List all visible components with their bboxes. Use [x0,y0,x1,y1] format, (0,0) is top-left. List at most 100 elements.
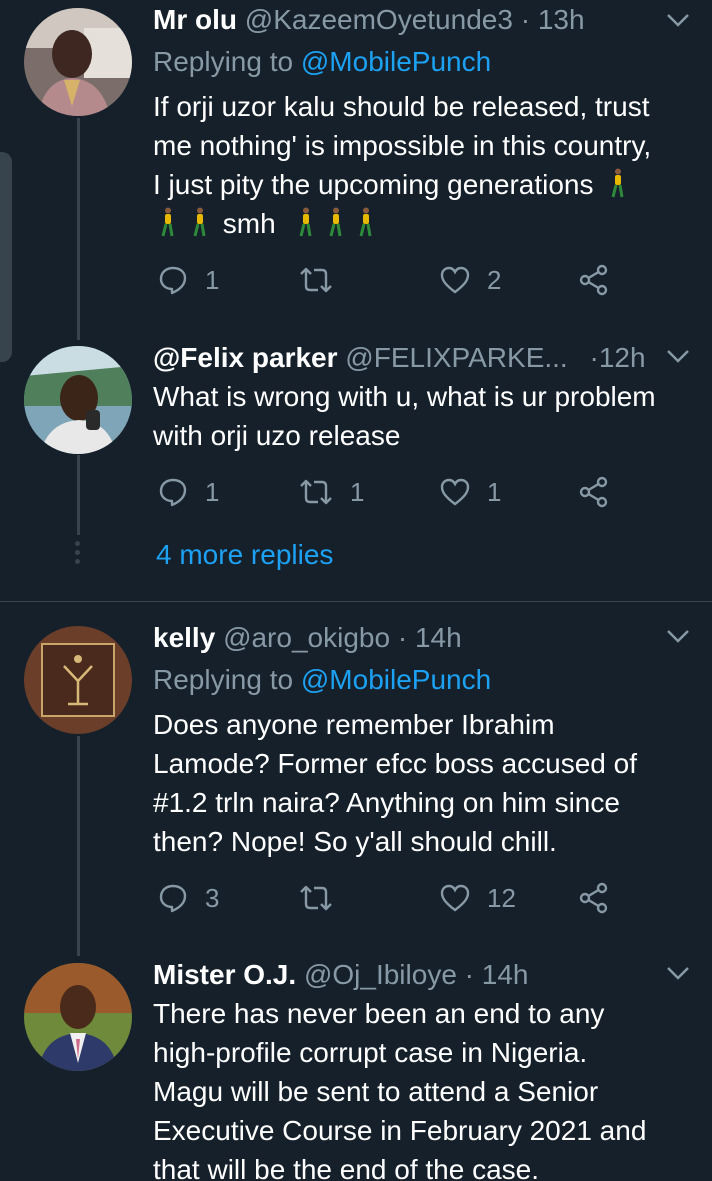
separator-dot: · [397,622,408,653]
tweet-time: 14h [414,622,462,653]
reply-icon [159,266,187,295]
tweet-line: Does anyone remember Ibrahim [153,709,555,740]
tweet-time: 12h [598,342,646,373]
tweet-line: If orji uzor kalu should be released, tr… [153,91,650,122]
replying-to-link[interactable]: @MobilePunch [301,46,491,77]
tweet-line: that will be the end of the case. [153,1154,540,1181]
replying-to: Replying to @MobilePunch [153,660,491,700]
heart-icon [440,478,470,506]
tweet-header: kelly @aro_okigbo · 14h [153,618,682,658]
author-name[interactable]: kelly [153,622,215,653]
tweet-text: Does anyone remember Ibrahim Lamode? For… [153,705,698,861]
chevron-down-icon[interactable] [664,622,692,650]
retweet-button[interactable]: 1 [298,472,364,512]
tweet-item[interactable]: kelly @aro_okigbo · 14h Replying to @Mob… [0,618,712,938]
tweet-text: If orji uzor kalu should be released, tr… [153,87,698,243]
tweet-line: Magu will be sent to attend a Senior [153,1076,599,1107]
share-icon [579,264,608,296]
chevron-down-icon[interactable] [664,342,692,370]
separator-dot: · [464,959,474,990]
tweet-line: What is wrong with u, what is ur problem [153,381,656,412]
replying-to-label: Replying to [153,664,301,695]
author-name[interactable]: Mr olu [153,4,237,35]
like-count: 12 [487,882,516,913]
retweet-icon [300,479,332,505]
share-button[interactable] [578,878,610,918]
person-walking-icon [360,207,372,237]
reply-icon [159,478,187,507]
chevron-down-icon[interactable] [664,6,692,34]
reply-count: 1 [205,264,220,295]
share-icon [579,476,608,508]
reply-button[interactable]: 1 [157,472,219,512]
chevron-down-icon[interactable] [664,959,692,987]
retweet-button[interactable] [298,878,350,918]
tweet-word: smh [222,208,276,239]
tweet-actions: 1 1 1 [153,472,623,512]
tweet-line: with orji uzo release [153,420,401,451]
reply-count: 1 [205,476,220,507]
tweet-line: I just pity the upcoming generations [153,165,698,204]
author-handle[interactable]: @Oj_Ibiloye [304,959,457,990]
like-button[interactable]: 12 [439,878,516,918]
tweet-line: Lamode? Former efcc boss accused of [153,748,638,779]
person-walking-icon [161,207,174,237]
like-button[interactable]: 2 [439,260,501,300]
tweet-text: There has never been an end to any high-… [153,994,698,1181]
replying-to: Replying to @MobilePunch [153,42,491,82]
heart-icon [440,266,470,294]
like-button[interactable]: 1 [439,472,501,512]
share-button[interactable] [578,260,610,300]
tweet-time: 14h [481,959,529,990]
tweet-line: #1.2 trln naira? Anything on him since [153,787,620,818]
tweet-item[interactable]: @Felix parker @FELIXPARKE... ·12h What i… [0,338,712,598]
more-replies-link[interactable]: 4 more replies [156,535,333,575]
author-name[interactable]: Mister O.J. [153,959,296,990]
like-count: 1 [487,476,502,507]
avatar[interactable] [24,626,132,734]
avatar[interactable] [24,346,132,454]
heart-icon [440,884,470,912]
tweet-line: me nothing' is impossible in this countr… [153,130,652,161]
tweet-header: Mr olu @KazeemOyetunde3 · 13h [153,0,682,40]
retweet-button[interactable] [298,260,350,300]
author-name[interactable]: @Felix parker [153,342,338,373]
tweet-line: Executive Course in February 2021 and [153,1115,647,1146]
tweet-line: smh [153,204,698,243]
divider [0,601,712,602]
person-walking-icon [193,207,206,237]
tweet-item[interactable]: Mister O.J. @Oj_Ibiloye · 14h There has … [0,955,712,1181]
retweet-count: 1 [350,476,365,507]
tweet-line: high-profile corrupt case in Nigeria. [153,1037,588,1068]
replying-to-label: Replying to [153,46,301,77]
tweet-actions: 3 12 [153,878,623,918]
author-handle[interactable]: @FELIXPARKE... [345,342,567,373]
tweet-text: What is wrong with u, what is ur problem… [153,377,698,455]
person-walking-icon [300,207,312,237]
tweet-line: There has never been an end to any [153,998,605,1029]
person-walking-icon [330,207,342,237]
tweet-header: Mister O.J. @Oj_Ibiloye · 14h [153,955,682,995]
reply-button[interactable]: 3 [157,878,219,918]
retweet-icon [300,267,332,293]
reply-button[interactable]: 1 [157,260,219,300]
tweet-time: 13h [537,4,585,35]
reply-count: 3 [205,882,220,913]
tweet-header: @Felix parker @FELIXPARKE... ·12h [153,338,682,378]
avatar[interactable] [24,963,132,1071]
share-icon [579,882,608,914]
tweet-line: then? Nope! So y'all should chill. [153,826,557,857]
avatar[interactable] [24,8,132,116]
author-handle[interactable]: @KazeemOyetunde3 [245,4,513,35]
replying-to-link[interactable]: @MobilePunch [301,664,491,695]
tweet-item[interactable]: Mr olu @KazeemOyetunde3 · 13h Replying t… [0,0,712,330]
like-count: 2 [487,264,502,295]
reply-icon [159,884,187,913]
person-walking-icon [611,168,624,198]
share-button[interactable] [578,472,610,512]
separator-dot: · [589,342,599,373]
separator-dot: · [520,4,531,35]
tweet-actions: 1 2 [153,260,623,300]
retweet-icon [300,885,332,911]
author-handle[interactable]: @aro_okigbo [223,622,390,653]
